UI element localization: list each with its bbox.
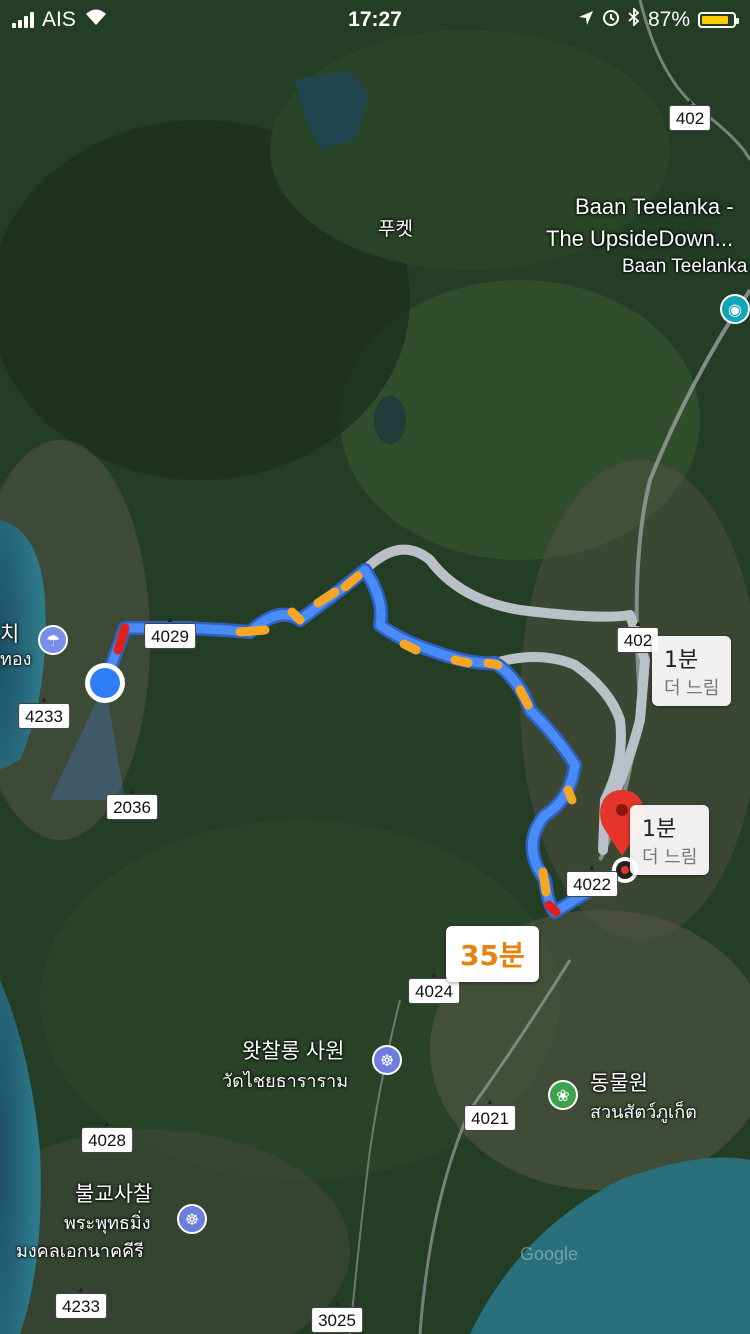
place-label-temple-thai-1: พระพุทธมิ่ง [64, 1213, 151, 1233]
status-bar: AIS 17:27 87% [0, 0, 750, 40]
road-shield: 4021 [464, 1105, 516, 1131]
place-label-temple[interactable]: 불교사찰 [75, 1183, 152, 1206]
battery-icon [698, 12, 739, 28]
alt-route-note: 더 느림 [642, 847, 698, 868]
place-label-wat-chalong[interactable]: 왓찰롱 사원 [242, 1040, 344, 1063]
beach-poi-icon[interactable]: ☂ [38, 625, 68, 655]
road-shield: 4029 [144, 623, 196, 649]
location-arrow-icon [578, 8, 594, 32]
zoo-poi-icon[interactable]: ❀ [548, 1080, 578, 1110]
road-shield: 4028 [81, 1127, 133, 1153]
place-label-zoo-thai: สวนสัตว์ภูเก็ต [590, 1102, 697, 1122]
temple-poi-icon-2[interactable]: ☸ [177, 1204, 207, 1234]
road-shield: 402 [668, 105, 712, 131]
temple-poi-icon[interactable]: ☸ [372, 1045, 402, 1075]
alt-route-callout-1[interactable]: 1분 더 느림 [652, 636, 732, 706]
place-label-baan-teelanka-sub: Baan Teelanka [622, 256, 748, 277]
place-label-wat-chalong-thai: วัดไชยธาราราม [222, 1071, 349, 1091]
place-label-zoo[interactable]: 동물원 [590, 1072, 648, 1095]
road-shield: 4233 [18, 703, 70, 729]
road-shield: 4022 [566, 871, 618, 897]
alt-route-callout-2[interactable]: 1분 더 느림 [630, 805, 710, 875]
alarm-icon [602, 8, 620, 32]
road-shield: 3025 [311, 1307, 363, 1333]
route-eta-callout[interactable]: 35분 [446, 926, 539, 982]
place-label-temple-thai-2: มงคลเอกนาคคีรี [16, 1241, 144, 1261]
place-label-phuket[interactable]: 푸켓 [378, 219, 413, 241]
place-label-beach[interactable]: 치 [0, 623, 19, 646]
place-label-baan-teelanka[interactable]: Baan Teelanka - [575, 194, 734, 219]
alt-route-note: 더 느림 [664, 678, 720, 699]
road-shield: 2036 [106, 794, 158, 820]
alt-route-time: 1분 [642, 817, 677, 842]
place-label-beach-thai: ทอง [0, 649, 32, 669]
place-label-baan-teelanka-2[interactable]: The UpsideDown... [546, 226, 733, 251]
camera-poi-icon[interactable]: ◉ [720, 294, 750, 324]
alt-route-time: 1분 [664, 648, 699, 673]
google-watermark: Google [520, 1244, 579, 1264]
battery-percent: 87% [647, 8, 690, 31]
bluetooth-icon [628, 6, 640, 32]
road-shield: 4233 [55, 1293, 107, 1319]
